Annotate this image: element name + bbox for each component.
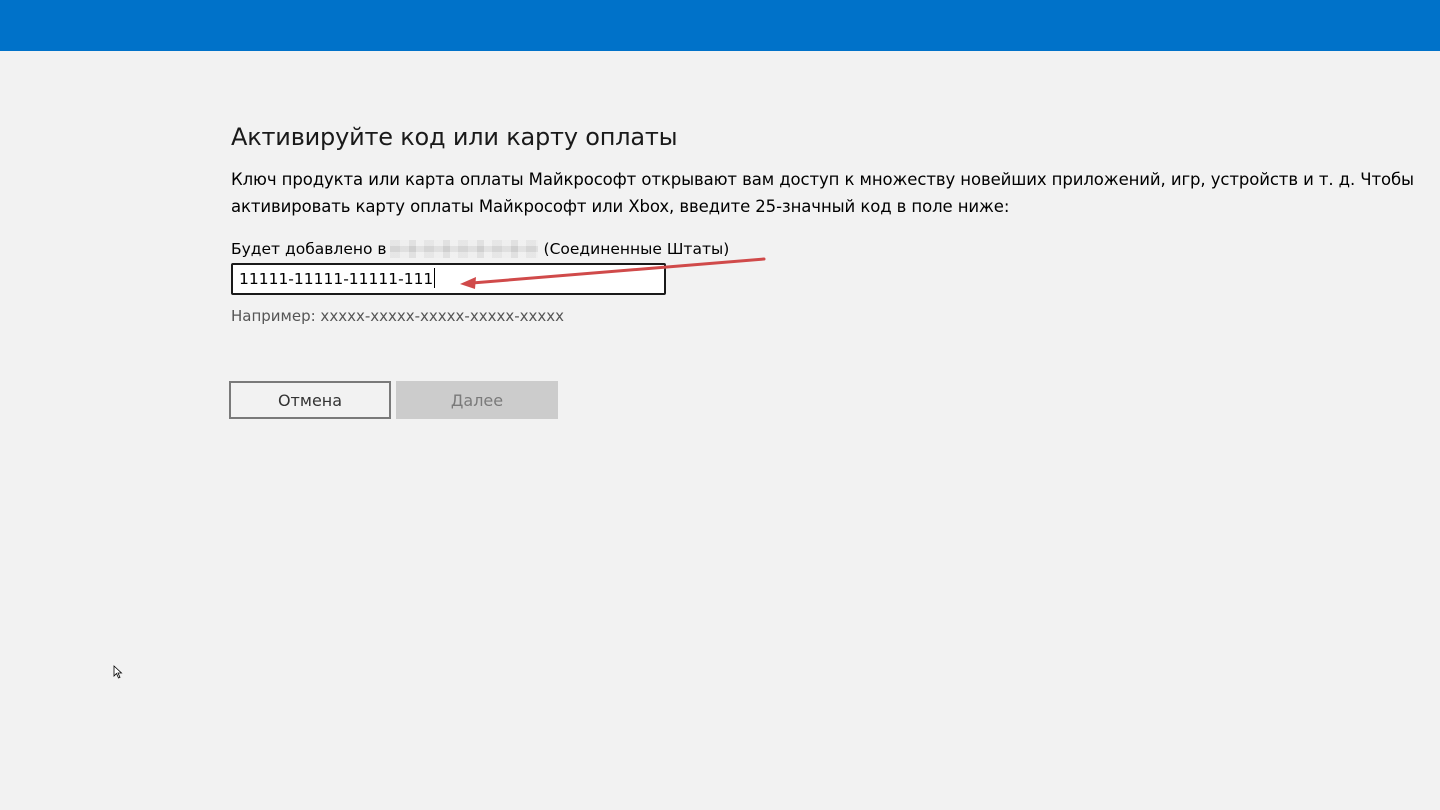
text-caret [434, 268, 436, 288]
redacted-account-email [389, 240, 538, 258]
next-button[interactable]: Далее [396, 381, 558, 419]
product-code-value: 11111-11111-11111-111 [239, 270, 434, 288]
page-title: Активируйте код или карту оплаты [231, 123, 678, 151]
redeem-code-panel: Активируйте код или карту оплаты Ключ пр… [229, 118, 1426, 419]
cancel-button[interactable]: Отмена [229, 381, 391, 419]
account-region: (Соединенные Штаты) [543, 240, 730, 258]
mouse-pointer-icon [113, 665, 123, 679]
action-buttons: Отмена Далее [229, 381, 558, 419]
top-header-bar [0, 0, 1440, 51]
code-example-hint: Например: xxxxx-xxxxx-xxxxx-xxxxx-xxxxx [231, 307, 565, 325]
page-description: Ключ продукта или карта оплаты Майкрософ… [231, 170, 1414, 216]
account-line: Будет добавлено в (Соединенные Штаты) [231, 238, 1426, 260]
account-prefix: Будет добавлено в [231, 240, 387, 258]
product-code-input[interactable]: 11111-11111-11111-111 [231, 263, 666, 295]
